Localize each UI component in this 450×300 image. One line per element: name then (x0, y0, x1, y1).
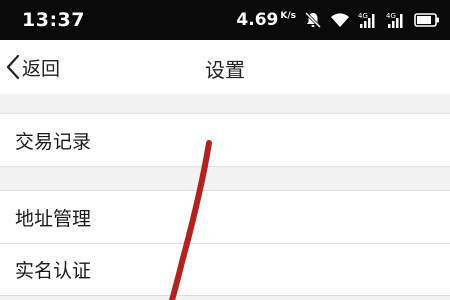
mute-bell-icon (304, 11, 322, 29)
settings-section-2: 地址管理 实名认证 (0, 190, 450, 296)
nav-bar: 返回 设置 (0, 40, 450, 94)
settings-item-address-management[interactable]: 地址管理 (0, 191, 450, 243)
settings-item-label: 实名认证 (15, 260, 92, 282)
settings-section-1: 交易记录 (0, 113, 450, 167)
network-speed-value: 4.69 (236, 10, 279, 30)
network-speed: 4.69 K/s (236, 10, 296, 30)
signal-4g-icon-1: 4G (358, 11, 378, 29)
status-time: 13:37 (22, 9, 85, 31)
status-bar: 13:37 4.69 K/s 4G 4G (0, 0, 450, 40)
settings-item-label: 地址管理 (15, 207, 92, 230)
status-icons: 4.69 K/s 4G 4G (236, 8, 440, 32)
signal-4g-icon-2: 4G (386, 11, 406, 29)
network-speed-unit: K/s (280, 11, 296, 21)
battery-icon (414, 12, 440, 28)
svg-text:4G: 4G (386, 12, 396, 20)
settings-item-label: 交易记录 (15, 130, 92, 153)
settings-item-real-name-verification[interactable]: 实名认证 (0, 243, 450, 295)
page-title: 设置 (205, 58, 245, 82)
settings-item-transaction-records[interactable]: 交易记录 (0, 114, 450, 166)
wifi-icon (330, 12, 350, 28)
svg-text:4G: 4G (358, 12, 368, 20)
